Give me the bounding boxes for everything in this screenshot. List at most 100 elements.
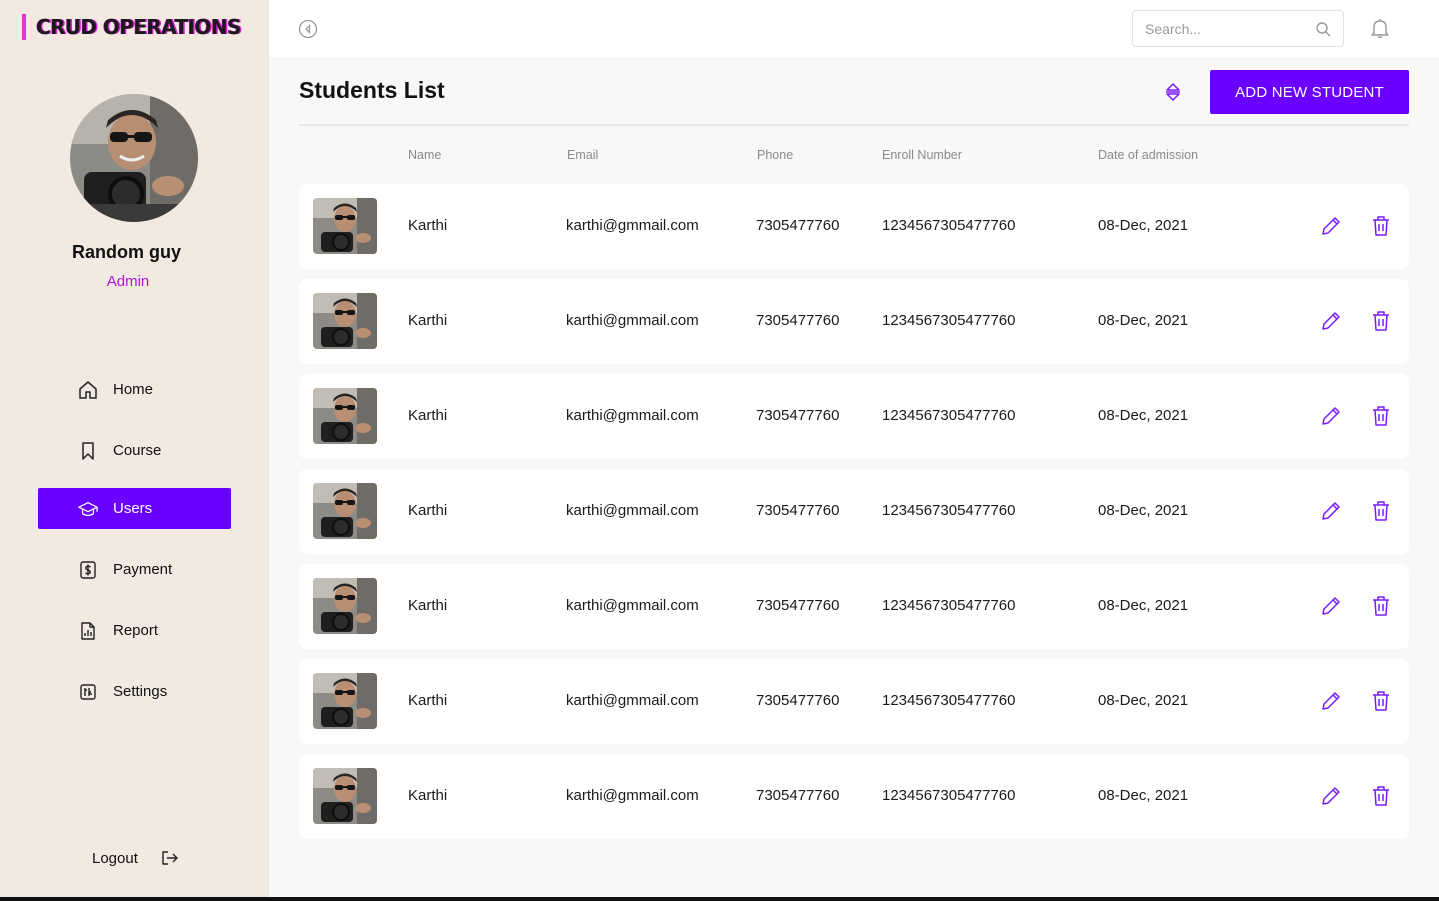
home-icon	[78, 380, 98, 400]
bookmark-icon	[78, 441, 98, 461]
brand-title: CRUD OPERATIONS	[36, 15, 241, 39]
table-row: Karthi karthi@gmmail.com 7305477760 1234567…	[299, 564, 1409, 649]
student-admission-date: 08-Dec, 2021	[1098, 597, 1189, 614]
student-avatar	[313, 673, 377, 729]
delete-icon[interactable]	[1371, 595, 1391, 617]
delete-icon[interactable]	[1371, 500, 1391, 522]
settings-icon	[78, 682, 98, 702]
table-row: Karthi karthi@gmmail.com 7305477760 1234567…	[299, 374, 1409, 459]
notification-bell-icon[interactable]	[1369, 17, 1391, 39]
delete-icon[interactable]	[1371, 405, 1391, 427]
edit-icon[interactable]	[1320, 690, 1342, 712]
nav-payment-label: Payment	[113, 561, 173, 578]
sidebar: CRUD OPERATIONS Random guy Admin Home Co…	[0, 0, 269, 901]
student-name: Karthi	[408, 502, 448, 519]
student-phone: 7305477760	[756, 787, 840, 804]
nav-report[interactable]: Report	[38, 610, 231, 651]
student-name: Karthi	[408, 312, 448, 329]
nav-settings[interactable]: Settings	[38, 671, 231, 712]
student-admission-date: 08-Dec, 2021	[1098, 312, 1189, 329]
delete-icon[interactable]	[1371, 310, 1391, 332]
student-email: karthi@gmmail.com	[566, 217, 699, 234]
student-admission-date: 08-Dec, 2021	[1098, 787, 1189, 804]
nav-home-label: Home	[113, 381, 154, 398]
edit-icon[interactable]	[1320, 405, 1342, 427]
student-avatar	[313, 198, 377, 254]
student-email: karthi@gmmail.com	[566, 312, 699, 329]
profile-photo	[70, 94, 198, 222]
edit-icon[interactable]	[1320, 785, 1342, 807]
student-avatar	[313, 768, 377, 824]
profile-role: Admin	[106, 273, 150, 290]
student-phone: 7305477760	[756, 502, 840, 519]
student-admission-date: 08-Dec, 2021	[1098, 217, 1189, 234]
student-email: karthi@gmmail.com	[566, 502, 699, 519]
student-name: Karthi	[408, 787, 448, 804]
profile-name: Random guy	[71, 242, 181, 262]
student-phone: 7305477760	[756, 692, 840, 709]
search-box	[1132, 10, 1344, 47]
brand-logo: CRUD OPERATIONS	[22, 14, 241, 40]
student-avatar	[313, 483, 377, 539]
collapse-sidebar-icon[interactable]	[298, 19, 318, 39]
student-email: karthi@gmmail.com	[566, 692, 699, 709]
nav-users[interactable]: Users	[38, 488, 231, 529]
student-enroll-number: 1234567305477760	[882, 217, 1016, 234]
edit-icon[interactable]	[1320, 500, 1342, 522]
student-enroll-number: 1234567305477760	[882, 502, 1016, 519]
edit-icon[interactable]	[1320, 310, 1342, 332]
student-admission-date: 08-Dec, 2021	[1098, 692, 1189, 709]
dollar-file-icon	[78, 560, 98, 580]
student-admission-date: 08-Dec, 2021	[1098, 502, 1189, 519]
student-enroll-number: 1234567305477760	[882, 312, 1016, 329]
column-header-date-of-admission: Date of admission	[1098, 148, 1199, 162]
sort-icon[interactable]	[1163, 82, 1183, 102]
student-phone: 7305477760	[756, 312, 840, 329]
student-avatar	[313, 578, 377, 634]
table-row: Karthi karthi@gmmail.com 7305477760 1234567…	[299, 279, 1409, 364]
profile-avatar	[70, 94, 198, 222]
search-icon[interactable]	[1315, 21, 1331, 37]
student-name: Karthi	[408, 217, 448, 234]
topbar	[269, 0, 1439, 57]
bottom-border	[0, 897, 1439, 901]
logout-button[interactable]: Logout	[92, 846, 180, 870]
student-name: Karthi	[408, 692, 448, 709]
nav-settings-label: Settings	[113, 683, 168, 700]
nav-home[interactable]: Home	[38, 369, 231, 410]
edit-icon[interactable]	[1320, 595, 1342, 617]
page-title: Students List	[299, 77, 445, 103]
table-row: Karthi karthi@gmmail.com 7305477760 1234567…	[299, 469, 1409, 554]
table-row: Karthi karthi@gmmail.com 7305477760 1234567…	[299, 184, 1409, 269]
edit-icon[interactable]	[1320, 215, 1342, 237]
search-input[interactable]	[1145, 11, 1315, 46]
delete-icon[interactable]	[1371, 785, 1391, 807]
table-row: Karthi karthi@gmmail.com 7305477760 1234567…	[299, 659, 1409, 744]
student-phone: 7305477760	[756, 407, 840, 424]
column-header-email: Email	[567, 148, 599, 162]
nav-payment[interactable]: Payment	[38, 549, 231, 590]
table-row: Karthi karthi@gmmail.com 7305477760 1234567…	[299, 754, 1409, 839]
student-avatar	[313, 388, 377, 444]
student-avatar	[313, 293, 377, 349]
header-divider	[299, 124, 1409, 126]
nav-users-label: Users	[113, 500, 153, 517]
student-enroll-number: 1234567305477760	[882, 692, 1016, 709]
report-file-icon	[78, 621, 98, 641]
student-admission-date: 08-Dec, 2021	[1098, 407, 1189, 424]
add-new-student-button[interactable]: ADD NEW STUDENT	[1210, 70, 1409, 114]
student-email: karthi@gmmail.com	[566, 407, 699, 424]
student-enroll-number: 1234567305477760	[882, 597, 1016, 614]
student-enroll-number: 1234567305477760	[882, 407, 1016, 424]
student-phone: 7305477760	[756, 597, 840, 614]
delete-icon[interactable]	[1371, 690, 1391, 712]
delete-icon[interactable]	[1371, 215, 1391, 237]
column-header-phone: Phone	[757, 148, 794, 162]
student-email: karthi@gmmail.com	[566, 787, 699, 804]
column-header-name: Name	[408, 148, 442, 162]
student-enroll-number: 1234567305477760	[882, 787, 1016, 804]
logout-label: Logout	[92, 849, 138, 867]
graduation-cap-icon	[78, 499, 98, 519]
nav-report-label: Report	[113, 622, 159, 639]
nav-course[interactable]: Course	[38, 430, 231, 471]
